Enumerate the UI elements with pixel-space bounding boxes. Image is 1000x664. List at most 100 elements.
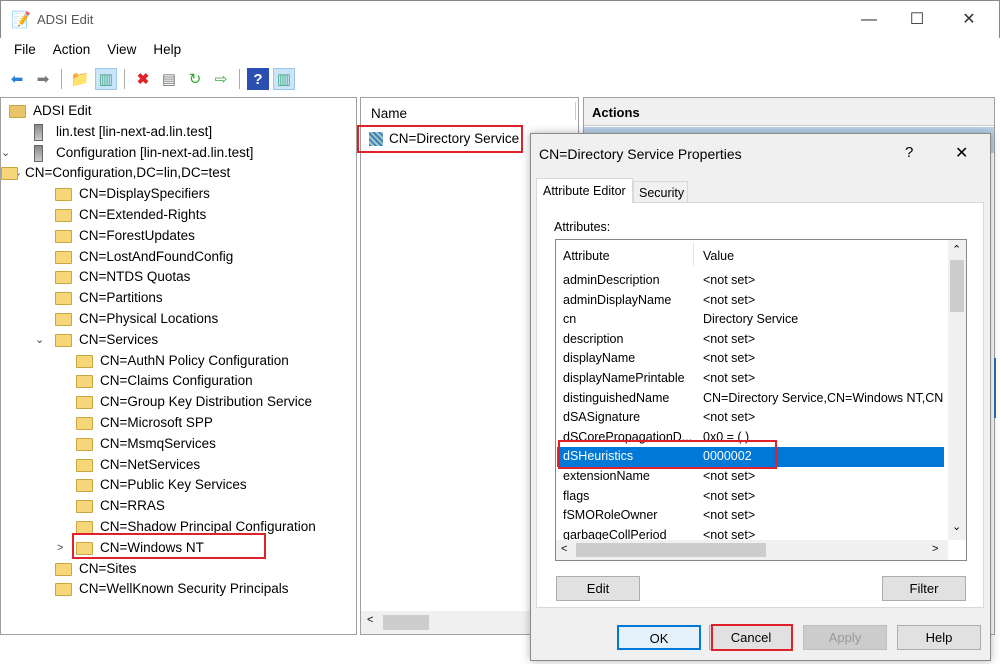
- folder-icon: [76, 375, 93, 389]
- edit-button[interactable]: Edit: [556, 576, 640, 601]
- attribute-row[interactable]: cn Directory Service: [557, 310, 944, 330]
- tree-item-label: CN=Public Key Services: [100, 477, 247, 493]
- tree-item[interactable]: CN=NTDS Quotas: [1, 267, 356, 287]
- attribute-row[interactable]: adminDisplayName <not set>: [557, 291, 944, 311]
- tree-item[interactable]: CN=Public Key Services: [1, 475, 356, 495]
- menu-view[interactable]: View: [107, 42, 136, 57]
- tree-item[interactable]: CN=DisplaySpecifiers: [1, 184, 356, 204]
- scroll-thumb[interactable]: [383, 615, 429, 630]
- ok-button[interactable]: OK: [617, 625, 701, 650]
- vertical-scrollbar[interactable]: ⌃ ⌄: [948, 240, 966, 540]
- tree-item[interactable]: ⌄ CN=Services: [1, 330, 356, 350]
- title-bar: 📝 ADSI Edit — ☐ ✕: [0, 0, 1000, 38]
- tree-item[interactable]: CN=Microsoft SPP: [1, 413, 356, 433]
- attributes-list[interactable]: Attribute Value adminDescription <not set…: [555, 239, 967, 561]
- attribute-name: extensionName: [563, 469, 650, 483]
- tree-item[interactable]: CN=Sites: [1, 559, 356, 579]
- collapse-chevron-icon[interactable]: ⌄: [1, 143, 13, 163]
- attribute-name: description: [563, 331, 624, 346]
- tree-item[interactable]: CN=LostAndFoundConfig: [1, 247, 356, 267]
- attribute-row[interactable]: fSMORoleOwner <not set>: [557, 506, 944, 526]
- scroll-left-icon[interactable]: <: [561, 543, 567, 555]
- column-header-name[interactable]: Name: [371, 106, 407, 121]
- scroll-thumb[interactable]: [950, 260, 964, 312]
- show-hide-tree-icon[interactable]: ▥: [95, 68, 117, 90]
- close-button[interactable]: ✕: [949, 7, 989, 33]
- highlight-windows-nt: [72, 533, 266, 559]
- column-header-attribute[interactable]: Attribute: [563, 249, 610, 263]
- menu-file[interactable]: File: [14, 42, 36, 57]
- attribute-row[interactable]: description <not set>: [557, 330, 944, 350]
- attribute-name: displayNamePrintable: [563, 371, 685, 385]
- tree-item[interactable]: CN=Extended-Rights: [1, 205, 356, 225]
- folder-icon: [55, 562, 72, 576]
- tab-panel: Attributes: Attribute Value adminDescrip…: [536, 202, 984, 608]
- attribute-row[interactable]: dSASignature <not set>: [557, 408, 944, 428]
- dialog-help-button[interactable]: ?: [905, 144, 913, 161]
- attribute-row[interactable]: extensionName <not set>: [557, 467, 944, 487]
- menu-help[interactable]: Help: [153, 42, 181, 57]
- tree-item[interactable]: CN=WellKnown Security Principals: [1, 579, 356, 599]
- tree-item[interactable]: CN=RRAS: [1, 496, 356, 516]
- tree-item-label: CN=Configuration,DC=lin,DC=test: [25, 165, 231, 181]
- scroll-thumb[interactable]: [576, 543, 766, 557]
- tree-item[interactable]: CN=NetServices: [1, 455, 356, 475]
- tree-item-label: CN=Extended-Rights: [79, 207, 207, 222]
- forward-icon[interactable]: ➡: [32, 68, 54, 90]
- tree-item[interactable]: CN=MsmqServices: [1, 434, 356, 454]
- show-hide-action-pane-icon[interactable]: ▥: [273, 68, 295, 90]
- properties-dialog: CN=Directory Service Properties ? ✕ Attr…: [530, 133, 991, 661]
- menu-bar: File Action View Help: [14, 42, 198, 57]
- maximize-button[interactable]: ☐: [897, 7, 937, 33]
- help-button[interactable]: Help: [897, 625, 981, 650]
- tree-item[interactable]: CN=Claims Configuration: [1, 371, 356, 391]
- scroll-right-icon[interactable]: >: [932, 543, 938, 555]
- attribute-row[interactable]: displayName <not set>: [557, 349, 944, 369]
- attribute-row[interactable]: adminDescription <not set>: [557, 271, 944, 291]
- help-icon[interactable]: ?: [247, 68, 269, 90]
- tab-security[interactable]: Security: [633, 181, 688, 203]
- tree-item[interactable]: CN=Physical Locations: [1, 309, 356, 329]
- tree-item[interactable]: ⌄ Configuration [lin-next-ad.lin.test]: [1, 143, 356, 163]
- scroll-left-icon[interactable]: <: [367, 614, 373, 626]
- apply-button[interactable]: Apply: [803, 625, 887, 650]
- tab-attribute-editor[interactable]: Attribute Editor: [536, 178, 633, 203]
- tree-item[interactable]: CN=Partitions: [1, 288, 356, 308]
- tree-item[interactable]: lin.test [lin-next-ad.lin.test]: [1, 122, 356, 142]
- attribute-row[interactable]: displayNamePrintable <not set>: [557, 369, 944, 389]
- up-folder-icon[interactable]: 📁: [69, 68, 91, 90]
- folder-icon: [55, 271, 72, 285]
- highlight-directory-service: [357, 125, 523, 153]
- properties-icon[interactable]: ▤: [158, 68, 180, 90]
- tree-item-label: CN=NetServices: [100, 456, 201, 472]
- refresh-icon[interactable]: ↻: [184, 68, 206, 90]
- expand-chevron-icon[interactable]: >: [57, 538, 69, 558]
- filter-button[interactable]: Filter: [882, 576, 966, 601]
- tree-item-label: CN=DisplaySpecifiers: [79, 186, 210, 202]
- folder-icon: [55, 188, 72, 202]
- tree-item-label: CN=LostAndFoundConfig: [79, 248, 234, 264]
- attribute-row[interactable]: distinguishedName CN=Directory Service,CN…: [557, 389, 944, 409]
- delete-icon[interactable]: ✖: [132, 68, 154, 90]
- toolbar-separator: [61, 69, 62, 89]
- menu-action[interactable]: Action: [53, 42, 91, 57]
- attribute-value: <not set>: [703, 331, 756, 346]
- collapse-chevron-icon[interactable]: ⌄: [35, 330, 47, 350]
- folder-icon: [55, 313, 72, 326]
- scroll-down-icon[interactable]: ⌄: [952, 520, 961, 533]
- tree-item-label: CN=MsmqServices: [100, 435, 216, 451]
- tree-item[interactable]: CN=Group Key Distribution Service: [1, 392, 356, 412]
- back-icon[interactable]: ⬅: [6, 68, 28, 90]
- export-list-icon[interactable]: ⇨: [210, 68, 232, 90]
- attribute-row[interactable]: flags <not set>: [557, 487, 944, 507]
- folder-icon: [55, 333, 72, 347]
- dialog-close-button[interactable]: ✕: [955, 143, 968, 163]
- horizontal-scrollbar[interactable]: < >: [556, 540, 948, 560]
- tree-item[interactable]: ⌄CN=Configuration,DC=lin,DC=test: [1, 163, 356, 183]
- tree-item[interactable]: CN=AuthN Policy Configuration: [1, 351, 356, 371]
- tree-item[interactable]: ADSI Edit: [1, 101, 356, 121]
- column-header-value[interactable]: Value: [703, 249, 734, 263]
- scroll-up-icon[interactable]: ⌃: [952, 243, 961, 256]
- minimize-button[interactable]: —: [849, 7, 889, 33]
- tree-item[interactable]: CN=ForestUpdates: [1, 226, 356, 246]
